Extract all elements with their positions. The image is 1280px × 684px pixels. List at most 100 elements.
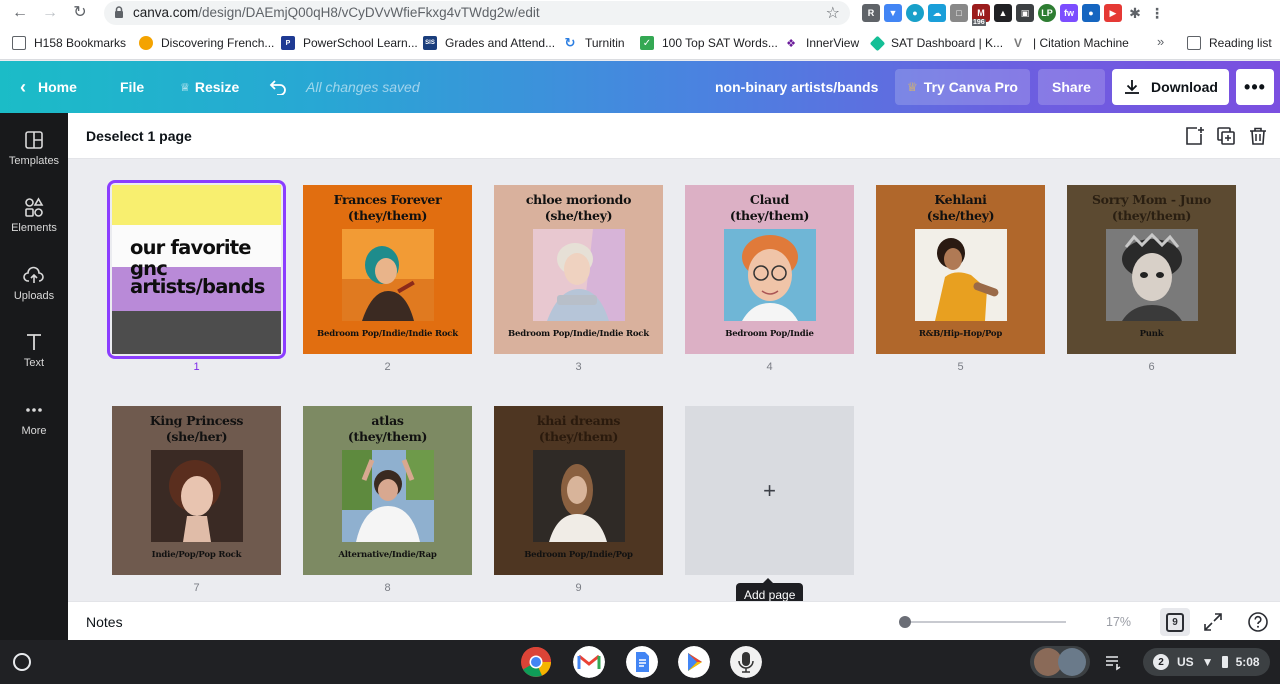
page-thumbnail-7[interactable]: King Princess (she/her) Indie/Pop/Pop Roc… xyxy=(112,406,281,575)
design-title[interactable]: non-binary artists/bands xyxy=(715,61,878,113)
page-thumbnail-5[interactable]: Kehlani (she/they) R&B/Hip-Hop/Pop xyxy=(876,185,1045,354)
extension-square-icon[interactable]: ▣ xyxy=(1016,4,1034,22)
notes-button[interactable]: Notes xyxy=(86,614,123,630)
extension-globe-icon[interactable]: ● xyxy=(906,4,924,22)
back-arrow-icon[interactable]: ← xyxy=(10,3,30,23)
help-icon[interactable] xyxy=(1247,611,1269,633)
extensions-puzzle-icon[interactable]: ✱ xyxy=(1126,4,1144,22)
status-tray[interactable]: 2 US ▼ 5:08 xyxy=(1143,648,1270,676)
resize-button[interactable]: ♕ Resize xyxy=(180,61,239,113)
bookmark-star-icon[interactable]: ☆ xyxy=(826,3,840,23)
docs-app-icon[interactable] xyxy=(626,646,658,678)
plus-icon: + xyxy=(763,477,776,503)
artist-photo xyxy=(533,229,625,321)
side-panel: Templates Elements Uploads Text More xyxy=(0,113,68,640)
delete-page-icon[interactable] xyxy=(1247,125,1269,147)
menu-kebab-icon[interactable]: ⋮ xyxy=(1148,4,1166,22)
add-page-button[interactable]: + xyxy=(685,406,854,575)
extension-fw-icon[interactable]: fw xyxy=(1060,4,1078,22)
bookmark-item[interactable]: SIS Grades and Attend... xyxy=(423,35,555,51)
duplicate-page-icon[interactable] xyxy=(1215,125,1237,147)
rail-item-text[interactable]: Text xyxy=(0,331,68,387)
bookmark-item[interactable]: ❖ InnerView xyxy=(784,35,859,51)
tote-icon[interactable] xyxy=(1103,652,1123,672)
os-shelf: 2 US ▼ 5:08 xyxy=(0,640,1280,684)
citation-icon: V xyxy=(1013,36,1022,50)
bookmark-item[interactable]: V | Citation Machine xyxy=(1011,35,1129,51)
bookmark-item[interactable]: H158 Bookmarks xyxy=(12,35,126,51)
extension-badge-icon[interactable]: M 196 xyxy=(972,4,990,27)
sis-icon: SIS xyxy=(423,36,437,50)
extension-arrow-icon[interactable]: ▶ xyxy=(1104,4,1122,22)
bookmark-item[interactable]: P PowerSchool Learn... xyxy=(281,35,418,51)
extension-r-icon[interactable]: R xyxy=(862,4,880,22)
rail-item-templates[interactable]: Templates xyxy=(0,129,68,185)
chrome-app-icon[interactable] xyxy=(520,646,552,678)
powerschool-icon: P xyxy=(281,36,295,50)
gmail-app-icon[interactable] xyxy=(573,646,605,678)
extension-lp-icon[interactable]: LP xyxy=(1038,4,1056,22)
genre-label: Alternative/Indie/Rap xyxy=(338,550,437,560)
crown-icon: ♕ xyxy=(907,80,918,94)
forward-arrow-icon[interactable]: → xyxy=(40,3,60,23)
add-page-icon[interactable] xyxy=(1183,125,1205,147)
share-button[interactable]: Share xyxy=(1038,69,1105,105)
user-avatars[interactable] xyxy=(1030,646,1090,678)
templates-icon xyxy=(25,131,43,149)
bookmark-item[interactable]: SAT Dashboard | K... xyxy=(869,35,1003,51)
page-thumbnail-6[interactable]: Sorry Mom - Juno (they/them) Punk xyxy=(1067,185,1236,354)
reload-icon[interactable]: ↻ xyxy=(70,3,90,23)
extension-download-icon[interactable]: ▼ xyxy=(884,4,902,22)
zoom-level[interactable]: 17% xyxy=(1106,615,1131,629)
bookmark-item[interactable]: ✓ 100 Top SAT Words... xyxy=(640,35,778,51)
file-menu-button[interactable]: File xyxy=(120,61,144,113)
bookmark-item[interactable]: ↻ Turnitin xyxy=(563,35,625,51)
launcher-icon[interactable] xyxy=(13,653,31,671)
page-count-button[interactable]: 9 xyxy=(1160,608,1190,636)
circle-icon xyxy=(139,36,153,50)
fullscreen-icon[interactable] xyxy=(1202,611,1224,633)
page-thumbnail-2[interactable]: Frances Forever (they/them) Bedroom Pop/I… xyxy=(303,185,472,354)
page-number: 8 xyxy=(384,582,391,594)
page-thumbnail-9[interactable]: khai dreams (they/them) Bedroom Pop/Indie… xyxy=(494,406,663,575)
zoom-slider-handle[interactable] xyxy=(899,616,911,628)
genre-label: R&B/Hip-Hop/Pop xyxy=(918,329,1003,339)
extension-copy-icon[interactable]: □ xyxy=(950,4,968,22)
page-thumbnail-3[interactable]: chloe moriondo (she/they) Bedroom Pop/Ind… xyxy=(494,185,663,354)
reading-list[interactable]: Reading list xyxy=(1187,35,1272,51)
address-bar[interactable]: canva.com/design/DAEmjQ00qH8/vCyDVvWfieF… xyxy=(104,1,850,25)
browser-toolbar: ← → ↻ canva.com/design/DAEmjQ00qH8/vCyDV… xyxy=(0,0,1280,27)
page-title: khai dreams (they/them) xyxy=(536,413,621,444)
bookmarks-overflow-icon[interactable]: » xyxy=(1157,34,1164,49)
more-options-button[interactable]: ••• xyxy=(1236,69,1274,105)
page-thumbnail-1[interactable]: our favorite gnc artists/bands xyxy=(112,185,281,354)
bookmark-item[interactable]: Discovering French... xyxy=(139,35,274,51)
canva-topbar: ‹ Home File ♕ Resize All changes saved non… xyxy=(0,61,1280,113)
extension-bear-icon[interactable]: ▲ xyxy=(994,4,1012,22)
page-number: 4 xyxy=(766,361,773,373)
turnitin-icon: ↻ xyxy=(564,35,576,50)
page-thumbnail-8[interactable]: atlas (they/them) Alternative/Indie/Rap xyxy=(303,406,472,575)
deselect-page-button[interactable]: Deselect 1 page xyxy=(86,128,192,144)
play-store-app-icon[interactable] xyxy=(678,646,710,678)
genre-label: Bedroom Pop/Indie/Pop xyxy=(524,550,633,560)
undo-button[interactable] xyxy=(269,61,287,113)
artist-photo xyxy=(342,229,434,321)
genre-label: Punk xyxy=(1139,329,1164,339)
page-count: 9 xyxy=(1166,612,1184,632)
rail-item-elements[interactable]: Elements xyxy=(0,196,68,252)
zoom-slider[interactable] xyxy=(899,616,1066,628)
rail-item-more[interactable]: More xyxy=(0,399,68,455)
page-number: 5 xyxy=(957,361,964,373)
home-button[interactable]: ‹ Home xyxy=(20,61,77,113)
download-icon xyxy=(1125,80,1140,94)
artist-photo xyxy=(1106,229,1198,321)
try-canva-pro-button[interactable]: ♕ Try Canva Pro xyxy=(895,69,1030,105)
voice-recorder-app-icon[interactable] xyxy=(730,646,762,678)
ellipsis-icon: ••• xyxy=(1244,76,1266,97)
rail-item-uploads[interactable]: Uploads xyxy=(0,264,68,320)
extension-pin-icon[interactable]: ● xyxy=(1082,4,1100,22)
extension-cloud-icon[interactable]: ☁ xyxy=(928,4,946,22)
page-thumbnail-4[interactable]: Claud (they/them) Bedroom Pop/Indie xyxy=(685,185,854,354)
download-button[interactable]: Download xyxy=(1112,69,1229,105)
